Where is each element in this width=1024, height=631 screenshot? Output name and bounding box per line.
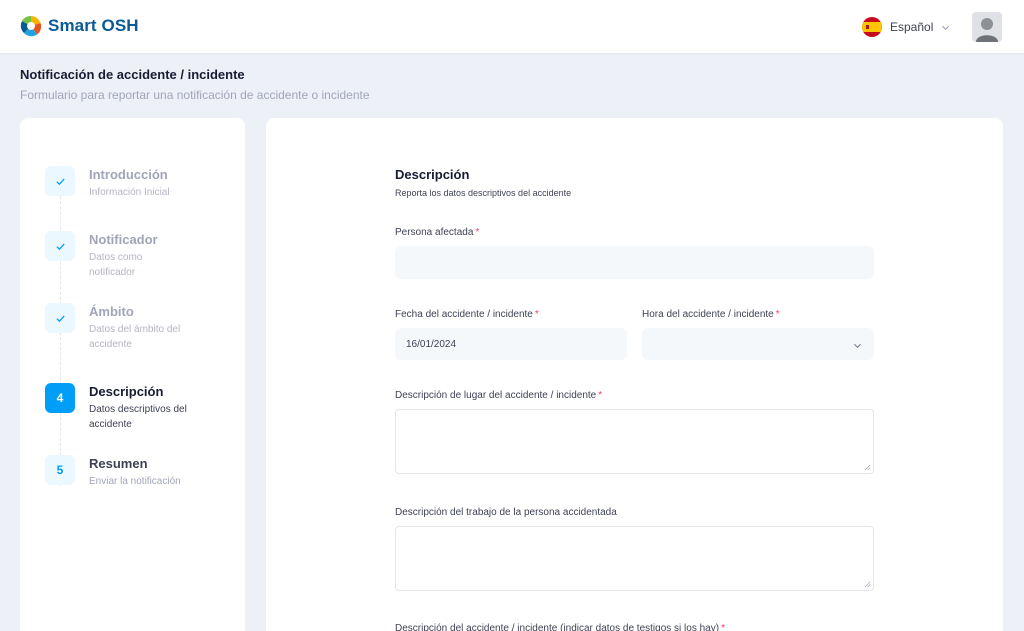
step-check xyxy=(45,231,75,261)
stepper-panel: Introducción Información Inicial Notific… xyxy=(20,118,245,631)
language-label: Español xyxy=(890,20,934,34)
persona-afectada-input[interactable] xyxy=(395,246,874,279)
step-description: Información Inicial xyxy=(89,187,170,198)
chevron-down-icon xyxy=(853,343,862,349)
step-introduccion[interactable]: Introducción Información Inicial xyxy=(45,166,240,200)
fecha-label: Fecha del accidente / incidente * xyxy=(395,309,539,320)
step-resumen[interactable]: 5 Resumen Enviar la notificación xyxy=(45,455,240,489)
step-notificador[interactable]: Notificador Datos como notificador xyxy=(45,231,240,280)
avatar-icon xyxy=(972,12,1002,42)
step-title: Resumen xyxy=(89,456,148,471)
check-icon xyxy=(55,315,65,322)
accidente-label: Descripción del accidente / incidente (i… xyxy=(395,623,725,631)
page-title: Notificación de accidente / incidente xyxy=(20,67,245,82)
resize-grip-icon[interactable] xyxy=(864,581,871,588)
step-title: Notificador xyxy=(89,232,158,247)
form-subtitle: Reporta los datos descriptivos del accid… xyxy=(395,188,572,198)
app-logo[interactable]: Smart OSH xyxy=(20,15,139,37)
top-bar: Smart OSH Español xyxy=(0,0,1024,53)
step-description: Datos del ámbito del accidente xyxy=(89,324,181,350)
form-title: Descripción xyxy=(395,167,470,182)
step-ambito[interactable]: Ámbito Datos del ámbito del accidente xyxy=(45,303,240,352)
trabajo-textarea[interactable] xyxy=(395,526,874,591)
spain-flag-icon xyxy=(862,17,882,37)
fecha-input[interactable]: 16/01/2024 xyxy=(395,328,627,360)
check-icon xyxy=(55,178,65,185)
app-name: Smart OSH xyxy=(48,16,139,35)
step-title: Descripción xyxy=(89,384,164,399)
step-descripcion[interactable]: 4 Descripción Datos descriptivos del acc… xyxy=(45,383,240,432)
step-check xyxy=(45,166,75,196)
step-number: 4 xyxy=(45,383,75,413)
hora-select[interactable] xyxy=(642,328,874,360)
step-title: Introducción xyxy=(89,167,168,182)
smart-osh-logo-icon xyxy=(20,15,42,37)
resize-grip-icon[interactable] xyxy=(864,464,871,471)
step-description: Enviar la notificación xyxy=(89,476,181,487)
lugar-textarea[interactable] xyxy=(395,409,874,474)
language-selector[interactable]: Español xyxy=(862,17,950,37)
user-avatar[interactable] xyxy=(972,12,1002,42)
form-panel: Descripción Reporta los datos descriptiv… xyxy=(266,118,1003,631)
lugar-label: Descripción de lugar del accidente / inc… xyxy=(395,390,603,401)
step-number: 5 xyxy=(45,455,75,485)
hora-label: Hora del accidente / incidente * xyxy=(642,309,780,320)
step-title: Ámbito xyxy=(89,304,134,319)
check-icon xyxy=(55,243,65,250)
step-description: Datos como notificador xyxy=(89,252,143,278)
step-check xyxy=(45,303,75,333)
page-subtitle: Formulario para reportar una notificació… xyxy=(20,88,370,102)
persona-afectada-label: Persona afectada * xyxy=(395,227,480,238)
trabajo-label: Descripción del trabajo de la persona ac… xyxy=(395,507,617,518)
chevron-down-icon xyxy=(942,25,950,30)
step-description: Datos descriptivos del accidente xyxy=(89,404,187,430)
